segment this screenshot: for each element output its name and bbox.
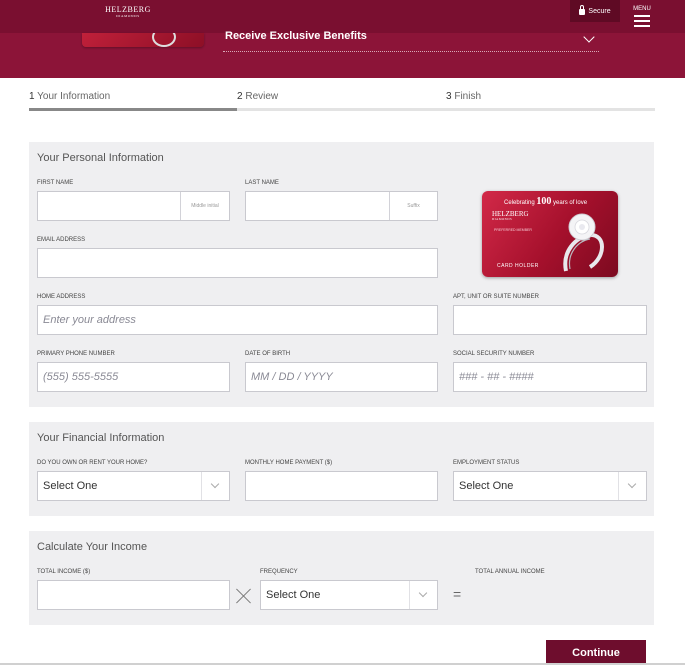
step-finish: 3 Finish [446, 91, 482, 102]
progress-steps: 1 Your Information 2 Review 3 Finish [29, 91, 655, 113]
own-rent-value: Select One [43, 480, 98, 492]
benefits-divider [223, 51, 599, 52]
hamburger-icon [634, 15, 650, 27]
menu-label: MENU [633, 6, 651, 12]
ssn-label: SOCIAL SECURITY NUMBER [453, 351, 535, 357]
card-preferred: PREFERRED MEMBER [494, 228, 532, 232]
annual-income-label: TOTAL ANNUAL INCOME [475, 569, 545, 575]
email-label: EMAIL ADDRESS [37, 237, 86, 243]
top-bar: HELZBERG DIAMONDS Secure MENU [0, 0, 685, 33]
phone-field[interactable]: (555) 555-5555 [37, 362, 230, 392]
first-name-label: FIRST NAME [37, 180, 74, 186]
employment-label: EMPLOYMENT STATUS [453, 460, 520, 466]
last-name-field[interactable]: Suffix [245, 191, 438, 221]
employment-toggle[interactable] [618, 472, 646, 500]
multiply-icon [236, 588, 252, 604]
dob-field[interactable]: MM / DD / YYYY [245, 362, 438, 392]
logo-text: HELZBERG [105, 5, 151, 14]
logo-subtext: DIAMONDS [116, 14, 140, 18]
chevron-down-icon [210, 479, 220, 489]
home-address-placeholder: Enter your address [43, 314, 136, 326]
helzberg-logo[interactable]: HELZBERG DIAMONDS [103, 6, 153, 19]
ssn-field[interactable]: ### - ## - #### [453, 362, 647, 392]
apt-field[interactable] [453, 305, 647, 335]
employment-select[interactable]: Select One [453, 471, 647, 501]
lock-icon [579, 5, 586, 15]
frequency-value: Select One [266, 589, 321, 601]
chevron-down-icon [627, 479, 637, 489]
phone-placeholder: (555) 555-5555 [43, 371, 119, 383]
continue-button[interactable]: Continue [546, 640, 646, 665]
chevron-down-icon [418, 588, 428, 598]
income-panel: Calculate Your Income [29, 531, 654, 625]
last-name-label: LAST NAME [245, 180, 279, 186]
financial-info-panel: Your Financial Information [29, 422, 654, 516]
home-address-label: HOME ADDRESS [37, 294, 86, 300]
first-name-field[interactable]: Middle initial [37, 191, 230, 221]
own-rent-label: DO YOU OWN OR RENT YOUR HOME? [37, 460, 148, 466]
own-rent-toggle[interactable] [201, 472, 229, 500]
total-income-label: TOTAL INCOME ($) [37, 569, 91, 575]
equals-sign: = [453, 586, 462, 602]
benefits-toggle[interactable]: Receive Exclusive Benefits [225, 30, 367, 42]
step-your-information: 1 Your Information [29, 91, 111, 102]
home-address-field[interactable]: Enter your address [37, 305, 438, 335]
own-rent-select[interactable]: Select One [37, 471, 230, 501]
personal-info-title: Your Personal Information [37, 152, 164, 164]
ssn-placeholder: ### - ## - #### [459, 371, 534, 383]
dob-label: DATE OF BIRTH [245, 351, 291, 357]
card-holder: CARD HOLDER [497, 263, 539, 269]
card-brand: HELZBERG DIAMONDS [492, 210, 529, 221]
dob-placeholder: MM / DD / YYYY [251, 371, 333, 383]
frequency-label: FREQUENCY [260, 569, 298, 575]
menu-button[interactable]: MENU [628, 6, 656, 27]
progress-fill [29, 108, 237, 111]
middle-initial-field[interactable]: Middle initial [180, 192, 229, 220]
financial-info-title: Your Financial Information [37, 432, 165, 444]
income-title: Calculate Your Income [37, 541, 148, 553]
monthly-payment-field[interactable] [245, 471, 438, 501]
suffix-field[interactable]: Suffix [389, 192, 437, 220]
employment-value: Select One [459, 480, 514, 492]
apt-label: APT, UNIT OR SUITE NUMBER [453, 294, 539, 300]
secure-badge: Secure [570, 0, 620, 22]
ring-icon [563, 213, 604, 272]
phone-label: PRIMARY PHONE NUMBER [37, 351, 115, 357]
email-field[interactable] [37, 248, 438, 278]
credit-card-image: Celebrating 100 years of love HELZBERG DI… [482, 191, 618, 277]
card-thumbnail [82, 33, 204, 47]
secure-label: Secure [588, 7, 611, 15]
frequency-toggle[interactable] [409, 581, 437, 609]
step-review: 2 Review [237, 91, 279, 102]
total-income-field[interactable] [37, 580, 230, 610]
frequency-select[interactable]: Select One [260, 580, 438, 610]
card-tagline: Celebrating 100 years of love [504, 196, 588, 207]
monthly-payment-label: MONTHLY HOME PAYMENT ($) [245, 460, 333, 466]
